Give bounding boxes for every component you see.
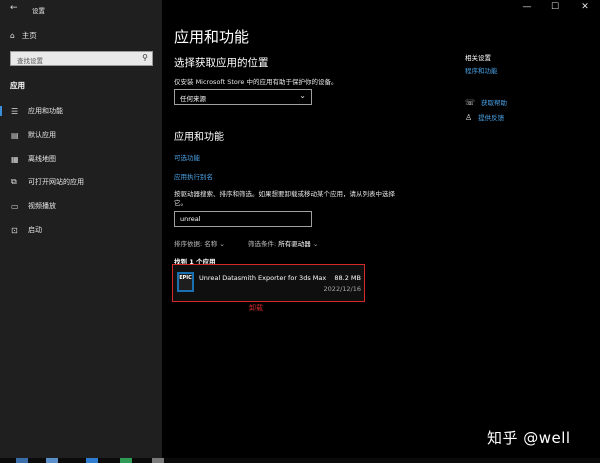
related-settings-heading: 相关设置 xyxy=(465,54,491,62)
sidebar-item-video-playback[interactable]: ▭ 视频播放 xyxy=(0,198,162,214)
programs-features-link[interactable]: 程序和功能 xyxy=(465,65,498,75)
chevron-down-icon: ⌄ xyxy=(219,240,225,248)
startup-icon: ⊡ xyxy=(11,225,18,235)
close-button[interactable]: ✕ xyxy=(578,2,592,12)
taskbar-app-icon[interactable] xyxy=(86,458,98,463)
sidebar-item-label: 视频播放 xyxy=(28,202,56,210)
filter-label: 筛选条件: xyxy=(248,240,277,248)
home-icon: ⌂ xyxy=(10,31,15,40)
sidebar-item-label: 默认应用 xyxy=(28,131,56,139)
sidebar: ← 设置 ⌂ 主页 查找设置 ⚲ 应用 ☰ 应用和功能 ▤ 默认应用 ▦ 离线地… xyxy=(0,0,162,458)
app-name: Unreal Datasmith Exporter for 3ds Max xyxy=(199,274,327,282)
sort-dropdown[interactable]: 排序依据: 名称 ⌄ xyxy=(174,238,225,248)
sidebar-item-apps-features[interactable]: ☰ 应用和功能 xyxy=(0,103,162,119)
open-web-icon: ⧉ xyxy=(11,177,17,186)
sidebar-item-offline-maps[interactable]: ▦ 离线地图 xyxy=(0,151,162,167)
chevron-down-icon: ⌄ xyxy=(299,91,306,100)
optional-features-link[interactable]: 可选功能 xyxy=(174,152,200,162)
app-list-item[interactable]: EPIC Unreal Datasmith Exporter for 3ds M… xyxy=(172,264,365,302)
sidebar-item-startup[interactable]: ⊡ 启动 xyxy=(0,222,162,238)
minimize-button[interactable]: — xyxy=(520,2,534,12)
search-placeholder: 查找设置 xyxy=(17,57,43,65)
search-icon: ⚲ xyxy=(142,53,148,62)
taskbar-app-icon[interactable] xyxy=(16,458,28,463)
taskbar-app-icon[interactable] xyxy=(152,458,164,463)
sidebar-item-label: 应用和功能 xyxy=(28,107,63,115)
get-help-link[interactable]: ☏ 获取帮助 xyxy=(465,97,508,108)
chevron-down-icon: ⌄ xyxy=(312,240,319,248)
help-chat-icon: ☏ xyxy=(465,97,476,107)
sidebar-item-label: 离线地图 xyxy=(28,155,56,163)
video-icon: ▭ xyxy=(11,201,19,211)
app-install-date: 2022/12/16 xyxy=(323,285,361,293)
back-button[interactable]: ← xyxy=(10,3,18,13)
apps-features-heading: 应用和功能 xyxy=(174,132,224,143)
sort-label: 排序依据: xyxy=(174,240,203,248)
watermark: 知乎 @well xyxy=(487,429,571,447)
give-feedback-link[interactable]: ♙ 提供反馈 xyxy=(465,112,505,123)
app-source-value: 任何来源 xyxy=(180,95,206,103)
sidebar-item-label: 启动 xyxy=(28,226,42,234)
filter-dropdown[interactable]: 筛选条件: 所有驱动器 ⌄ xyxy=(248,238,318,248)
app-size: 88.2 MB xyxy=(334,274,361,282)
feedback-icon: ♙ xyxy=(465,112,473,122)
sidebar-home-label: 主页 xyxy=(21,31,37,40)
choose-source-heading: 选择获取应用的位置 xyxy=(174,57,269,69)
epic-games-icon: EPIC xyxy=(177,272,194,292)
filter-value: 所有驱动器 xyxy=(278,240,311,248)
search-description: 按驱动器搜索、排序和筛选。如果想要卸载或移动某个应用，请从列表中选择它。 xyxy=(174,190,395,207)
uninstall-annotation: 卸载 xyxy=(249,304,263,312)
default-apps-icon: ▤ xyxy=(11,130,19,140)
sidebar-item-web-apps[interactable]: ⧉ 可打开网站的应用 xyxy=(0,174,162,190)
choose-source-description: 仅安装 Microsoft Store 中的应用有助于保护你的设备。 xyxy=(174,78,338,86)
page-title: 应用和功能 xyxy=(174,28,250,46)
app-search-value: unreal xyxy=(180,215,201,223)
app-search-input[interactable]: unreal xyxy=(174,211,312,227)
maximize-button[interactable]: ☐ xyxy=(548,2,562,12)
sidebar-section-title: 应用 xyxy=(10,81,25,90)
app-aliases-link[interactable]: 应用执行别名 xyxy=(174,171,213,181)
window-title: 设置 xyxy=(32,7,45,15)
give-feedback-label: 提供反馈 xyxy=(478,114,505,122)
sidebar-home[interactable]: ⌂ 主页 xyxy=(10,30,37,41)
taskbar-app-icon[interactable] xyxy=(120,458,132,463)
apps-list-icon: ☰ xyxy=(11,106,19,116)
sidebar-item-label: 可打开网站的应用 xyxy=(28,178,84,186)
app-icon-text: EPIC xyxy=(179,274,192,290)
sort-value: 名称 xyxy=(204,240,218,248)
get-help-label: 获取帮助 xyxy=(481,99,508,107)
map-icon: ▦ xyxy=(11,154,19,164)
taskbar-app-icon[interactable] xyxy=(46,458,58,463)
app-source-dropdown[interactable]: 任何来源 ⌄ xyxy=(174,89,312,105)
settings-search-input[interactable]: 查找设置 ⚲ xyxy=(10,51,153,66)
sidebar-item-default-apps[interactable]: ▤ 默认应用 xyxy=(0,127,162,143)
